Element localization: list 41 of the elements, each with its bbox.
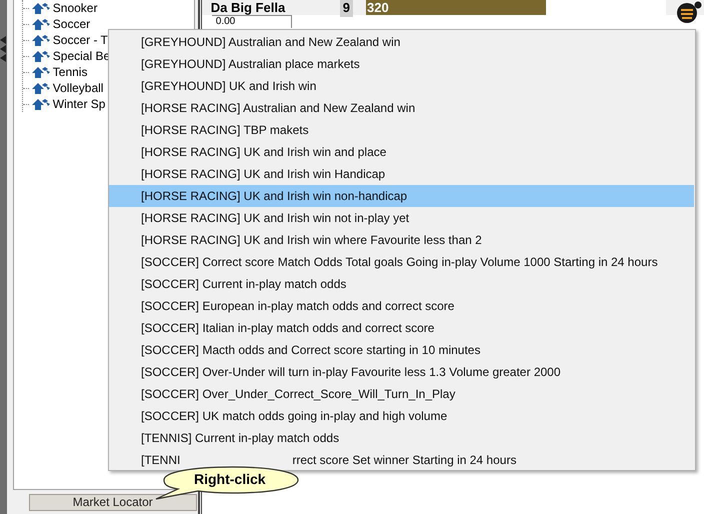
tree-item-label[interactable]: Volleyball (52, 79, 104, 97)
menu-item[interactable]: [TENNIS] Current in-play match odds (109, 427, 694, 449)
tree-item-label[interactable]: Snooker (52, 0, 98, 17)
tree-item-label[interactable]: Soccer - T (52, 31, 108, 49)
bee-icon (676, 0, 704, 22)
menu-item[interactable]: [SOCCER] Macth odds and Correct score starting in 10 minutes (109, 339, 694, 361)
menu-item[interactable]: [HORSE RACING] UK and Irish win not in-play yet (109, 207, 694, 229)
sport-icon (30, 34, 51, 46)
menu-item[interactable]: [SOCCER] Over-Under will turn in-play Favourite less 1.3 Volume greater 2000 (109, 361, 694, 383)
menu-item[interactable]: [SOCCER] Over_Under_Correct_Score_Will_Turn_In_Play (109, 383, 694, 405)
menu-item[interactable]: [TENNI (141, 453, 180, 467)
menu-item[interactable]: [GREYHOUND] UK and Irish win (109, 75, 694, 97)
menu-item[interactable]: [GREYHOUND] Australian place markets (109, 53, 694, 75)
tree-item-label[interactable]: Soccer (52, 15, 90, 33)
market-locator-button[interactable]: Market Locator (28, 494, 197, 511)
menu-item[interactable]: [SOCCER] Correct score Match Odds Total goals Going in-play Volume 1000 Starting in 24 hours (109, 251, 694, 273)
menu-item-text[interactable]: rrect score Set winner Starting in 24 hours (292, 453, 516, 467)
tree-item-label[interactable]: Tennis (52, 63, 88, 81)
sport-icon (30, 2, 51, 14)
runner-name: Da Big Fella (210, 0, 286, 17)
sport-icon (30, 98, 51, 110)
menu-item[interactable]: [HORSE RACING] UK and Irish win and place (109, 141, 694, 163)
sport-icon (30, 82, 51, 94)
sport-icon (30, 18, 51, 30)
menu-item[interactable]: [SOCCER] UK match odds going in-play and high volume (109, 405, 694, 427)
menu-item[interactable]: [SOCCER] European in-play match odds and correct score (109, 295, 694, 317)
menu-item[interactable]: [HORSE RACING] UK and Irish win non-handicap (109, 185, 694, 207)
price-field[interactable]: 0.00 (212, 15, 292, 28)
menu-item[interactable]: [HORSE RACING] UK and Irish win Handicap (109, 163, 694, 185)
callout-text: Right-click (194, 471, 266, 487)
tree-item-label[interactable]: Winter Sp (52, 95, 106, 113)
menu-item[interactable]: [HORSE RACING] Australian and New Zealand win (109, 97, 694, 119)
volume-bar: 320 (366, 0, 546, 15)
runner-number: 9 (340, 0, 353, 18)
menu-item[interactable]: [HORSE RACING] TBP makets (109, 119, 694, 141)
menu-item[interactable]: [SOCCER] Current in-play match odds (109, 273, 694, 295)
sport-icon (30, 50, 51, 62)
menu-item[interactable]: [HORSE RACING] UK and Irish win where Favourite less than 2 (109, 229, 694, 251)
sport-icon (30, 66, 51, 78)
menu-item[interactable]: [GREYHOUND] Australian and New Zealand win (109, 31, 694, 53)
menu-item[interactable]: [SOCCER] Italian in-play match odds and correct score (109, 317, 694, 339)
